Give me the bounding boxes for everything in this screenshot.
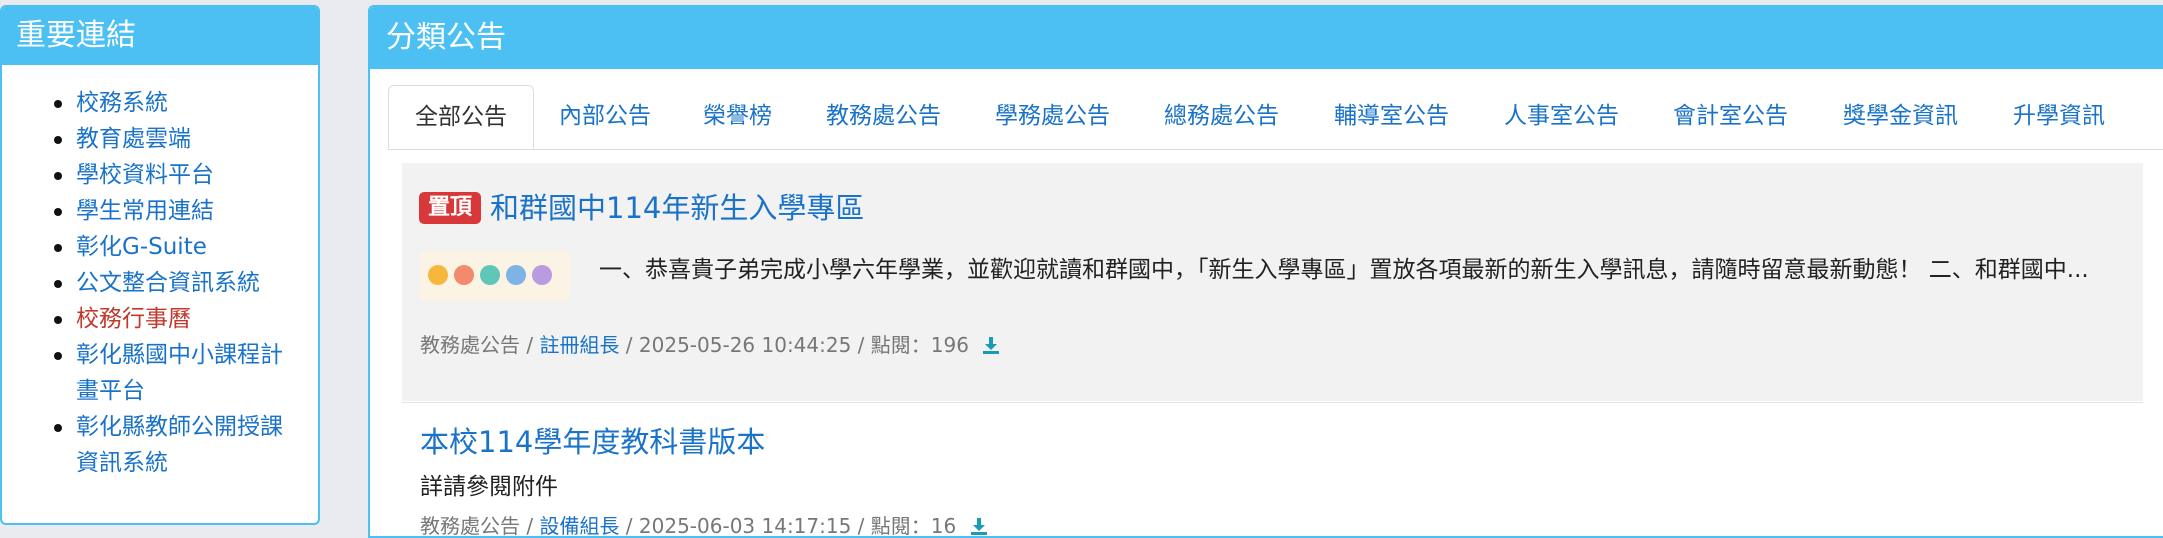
post-date-views: / 2025-06-03 14:17:15 / 點閱：16: [619, 514, 957, 538]
tab-honor-roll[interactable]: 榮譽榜: [703, 85, 772, 148]
tab-further-education[interactable]: 升學資訊: [2013, 85, 2105, 148]
tab-personnel[interactable]: 人事室公告: [1504, 85, 1619, 148]
list-item: 公文整合資訊系統: [2, 265, 318, 301]
link-open-class-system[interactable]: 彰化縣教師公開授課資訊系統: [76, 414, 283, 476]
tab-general-affairs[interactable]: 總務處公告: [1164, 85, 1279, 148]
pinned-badge: 置頂: [419, 192, 481, 224]
post-date-views: / 2025-05-26 10:44:25 / 點閱：196: [619, 333, 969, 357]
post-title-link[interactable]: 和群國中114年新生入學專區: [490, 185, 864, 227]
tab-counseling[interactable]: 輔導室公告: [1334, 85, 1449, 148]
list-item: 彰化G-Suite: [2, 229, 318, 265]
post-author-link[interactable]: 設備組長: [539, 514, 619, 536]
post-divider: [402, 402, 2143, 403]
announcements-panel-title: 分類公告: [370, 7, 2163, 69]
post-category: 教務處公告: [420, 514, 520, 538]
link-school-system[interactable]: 校務系統: [76, 90, 168, 116]
download-icon[interactable]: [981, 335, 1001, 355]
download-icon[interactable]: [969, 516, 989, 536]
announcements-panel: 分類公告 全部公告 內部公告 榮譽榜 教務處公告 學務處公告 總務處公告 輔導室…: [368, 5, 2163, 538]
pinned-post: 置頂 和群國中114年新生入學專區 一、恭喜貴子弟完成小學六年學業，並歡迎就讀和…: [402, 163, 2143, 401]
tab-all[interactable]: 全部公告: [388, 85, 534, 149]
link-student-links[interactable]: 學生常用連結: [76, 198, 214, 224]
links-list: 校務系統 教育處雲端 學校資料平台 學生常用連結 彰化G-Suite 公文整合資…: [2, 65, 318, 481]
link-education-cloud[interactable]: 教育處雲端: [76, 126, 191, 152]
link-document-system[interactable]: 公文整合資訊系統: [76, 270, 260, 296]
list-item: 教育處雲端: [2, 121, 318, 157]
link-curriculum-platform[interactable]: 彰化縣國中小課程計畫平台: [76, 342, 283, 404]
list-item: 學生常用連結: [2, 193, 318, 229]
post-meta: 教務處公告 / 設備組長 / 2025-06-03 14:17:15 / 點閱：…: [420, 510, 989, 538]
tab-academic-affairs[interactable]: 教務處公告: [826, 85, 941, 148]
tab-internal[interactable]: 內部公告: [559, 85, 651, 148]
links-panel-title: 重要連結: [2, 7, 318, 65]
post-thumbnail[interactable]: [420, 251, 570, 301]
important-links-panel: 重要連結 校務系統 教育處雲端 學校資料平台 學生常用連結 彰化G-Suite …: [0, 5, 320, 525]
post-summary: 一、恭喜貴子弟完成小學六年學業，並歡迎就讀和群國中，「新生入學專區」置放各項最新…: [599, 257, 2089, 283]
list-item: 學校資料平台: [2, 157, 318, 193]
list-item: 校務行事曆: [2, 301, 318, 337]
tab-accounting[interactable]: 會計室公告: [1673, 85, 1788, 148]
link-gsuite[interactable]: 彰化G-Suite: [76, 234, 207, 260]
category-tabs: 全部公告 內部公告 榮譽榜 教務處公告 學務處公告 總務處公告 輔導室公告 人事…: [388, 85, 2163, 150]
post-author-link[interactable]: 註冊組長: [539, 333, 619, 357]
post-body: 詳請參閱附件: [420, 474, 558, 500]
post-meta: 教務處公告 / 註冊組長 / 2025-05-26 10:44:25 / 點閱：…: [420, 329, 1001, 358]
tab-student-affairs[interactable]: 學務處公告: [995, 85, 1110, 148]
link-school-data-platform[interactable]: 學校資料平台: [76, 162, 214, 188]
link-school-calendar[interactable]: 校務行事曆: [76, 306, 191, 332]
post-category: 教務處公告: [420, 333, 520, 357]
tab-scholarship[interactable]: 獎學金資訊: [1843, 85, 1958, 148]
list-item: 彰化縣教師公開授課資訊系統: [2, 409, 318, 481]
post-title-link[interactable]: 本校114學年度教科書版本: [420, 419, 765, 461]
list-item: 彰化縣國中小課程計畫平台: [2, 337, 318, 409]
list-item: 校務系統: [2, 85, 318, 121]
